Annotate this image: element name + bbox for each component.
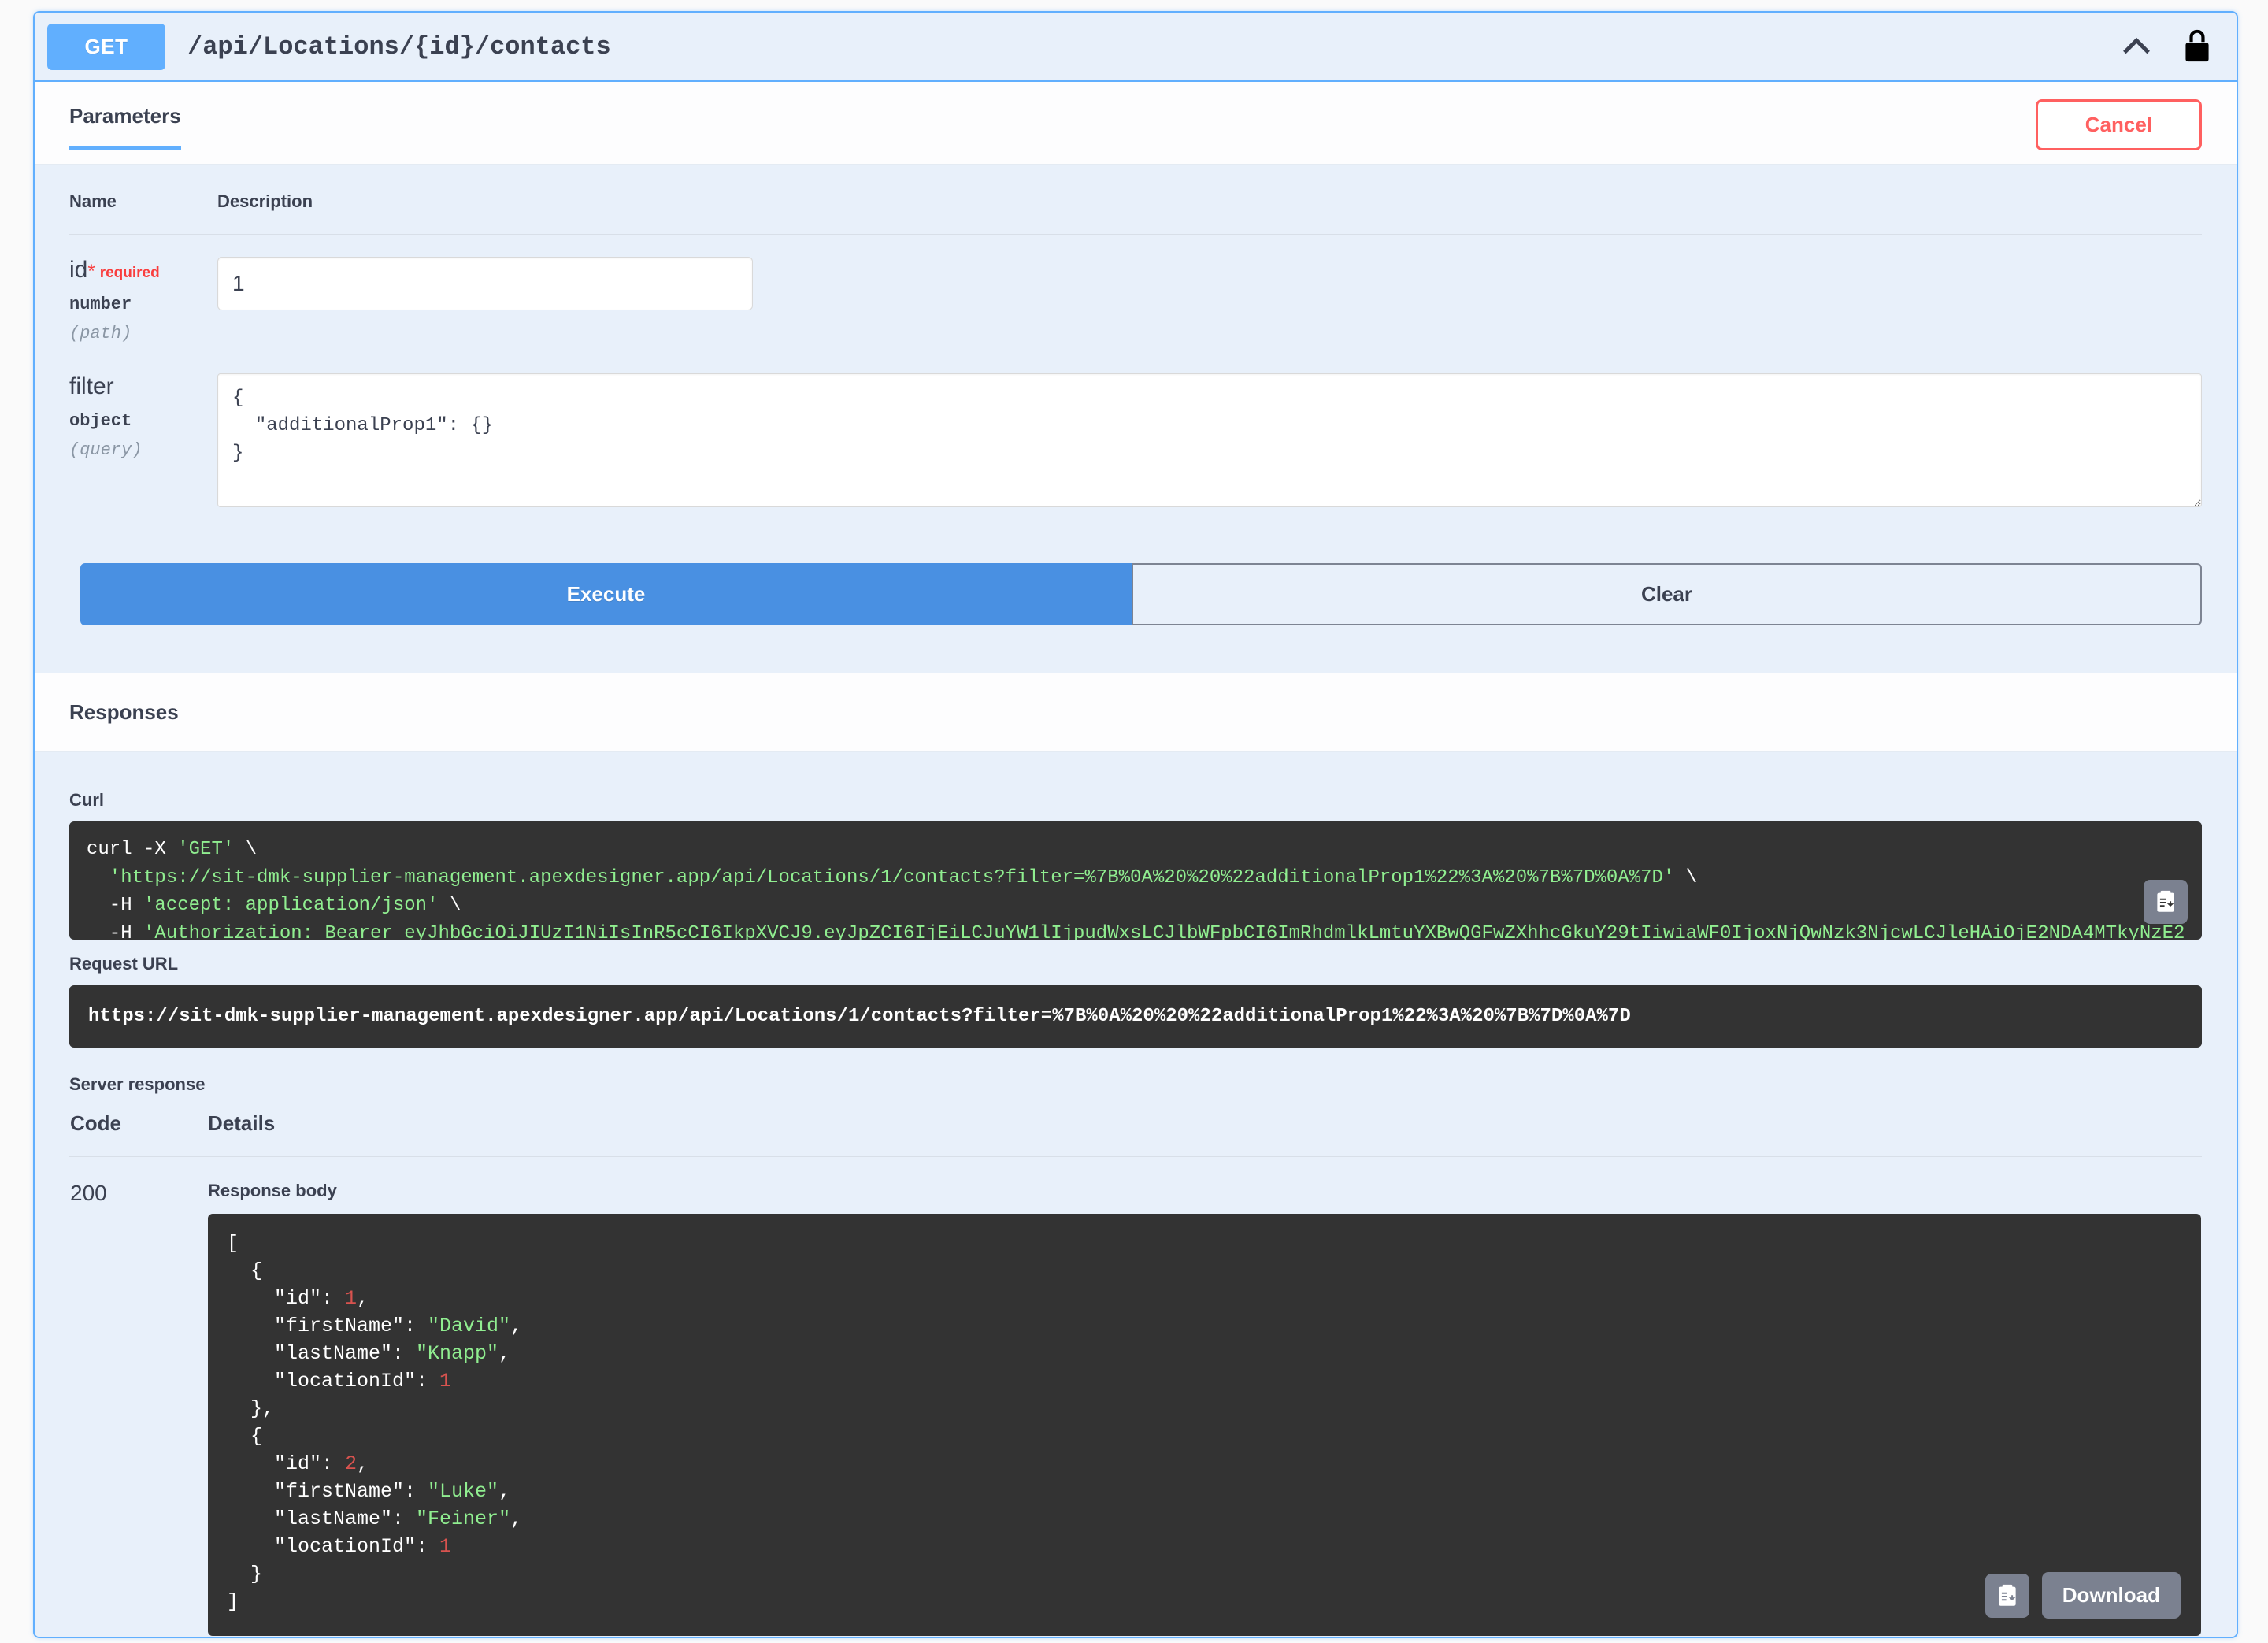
parameter-input-cell-filter: { "additionalProp1": {} } — [217, 351, 2202, 519]
parameter-type-filter: object — [69, 411, 132, 431]
response-status-cell: 200 — [69, 1157, 207, 1637]
column-header-details: Details — [207, 1111, 2202, 1157]
clipboard-glyph — [2157, 890, 2174, 912]
copy-to-clipboard-icon[interactable] — [1984, 1573, 2029, 1618]
clear-button[interactable]: Clear — [1132, 563, 2202, 625]
parameter-in-filter: (query) — [69, 440, 143, 460]
parameter-type-id: number — [69, 295, 132, 314]
execute-clear-row: Execute Clear — [35, 519, 2236, 673]
curl-command-text: curl -X 'GET' \ 'https://sit-dmk-supplie… — [87, 839, 2185, 940]
clipboard-glyph — [1999, 1584, 2016, 1606]
id-input[interactable] — [217, 257, 753, 310]
http-method-badge: GET — [47, 23, 165, 70]
parameter-meta-filter: filter object (query) — [69, 351, 217, 519]
lock-icon[interactable] — [2181, 28, 2213, 65]
parameter-name-id: id — [69, 257, 88, 283]
column-header-name: Name — [69, 191, 217, 235]
parameter-in-id: (path) — [69, 324, 132, 343]
curl-block: curl -X 'GET' \ 'https://sit-dmk-supplie… — [69, 822, 2202, 940]
parameters-header: Parameters Cancel — [35, 82, 2236, 164]
response-row-200: 200 Response body [ { "id": 1, "firstNam… — [69, 1157, 2202, 1637]
copy-to-clipboard-icon[interactable] — [2144, 880, 2188, 924]
parameter-name-filter: filter — [69, 373, 114, 399]
column-header-code: Code — [69, 1111, 207, 1157]
response-table-header-row: Code Details — [69, 1111, 2202, 1157]
operation-path: /api/Locations/{id}/contacts — [187, 32, 611, 61]
response-body-label: Response body — [208, 1181, 337, 1200]
response-action-group: Download — [1984, 1572, 2181, 1619]
server-response-label: Server response — [69, 1074, 206, 1094]
parameters-body: Name Description id* required number (pat… — [35, 164, 2236, 519]
responses-title: Responses — [69, 700, 179, 724]
status-code-200: 200 — [70, 1181, 107, 1205]
operation-block: GET /api/Locations/{id}/contacts Paramet… — [33, 11, 2238, 1638]
parameter-meta-id: id* required number (path) — [69, 235, 217, 352]
required-asterisk-icon: * — [87, 261, 95, 282]
column-header-description: Description — [217, 191, 2202, 235]
response-table: Code Details 200 Response body [ { "id":… — [69, 1111, 2202, 1637]
curl-label: Curl — [69, 790, 104, 810]
response-body-json: [ { "id": 1, "firstName": "David", "last… — [227, 1232, 523, 1613]
responses-body: Curl curl -X 'GET' \ 'https://sit-dmk-su… — [35, 751, 2236, 1637]
response-body-block: [ { "id": 1, "firstName": "David", "last… — [208, 1214, 2201, 1636]
responses-header: Responses — [35, 673, 2236, 751]
chevron-up-icon[interactable] — [2118, 28, 2155, 65]
request-url-value: https://sit-dmk-supplier-management.apex… — [69, 985, 2202, 1048]
execute-button[interactable]: Execute — [80, 563, 1132, 625]
parameter-row-filter: filter object (query) { "additionalProp1… — [69, 351, 2202, 519]
summary-icon-group — [2118, 28, 2222, 65]
cancel-button[interactable]: Cancel — [2035, 99, 2202, 150]
filter-textarea[interactable]: { "additionalProp1": {} } — [217, 373, 2202, 507]
download-button[interactable]: Download — [2041, 1572, 2181, 1619]
parameters-tab[interactable]: Parameters — [69, 104, 181, 150]
operation-summary[interactable]: GET /api/Locations/{id}/contacts — [35, 13, 2236, 82]
response-details-cell: Response body [ { "id": 1, "firstName": … — [207, 1157, 2202, 1637]
parameters-table: Name Description id* required number (pat… — [69, 191, 2202, 519]
parameter-input-cell-id — [217, 235, 2202, 352]
parameter-row-id: id* required number (path) — [69, 235, 2202, 352]
swagger-ui-page: GET /api/Locations/{id}/contacts Paramet… — [0, 0, 2268, 1643]
required-label-id: required — [99, 265, 160, 281]
request-url-label: Request URL — [69, 954, 179, 974]
parameters-table-header-row: Name Description — [69, 191, 2202, 235]
